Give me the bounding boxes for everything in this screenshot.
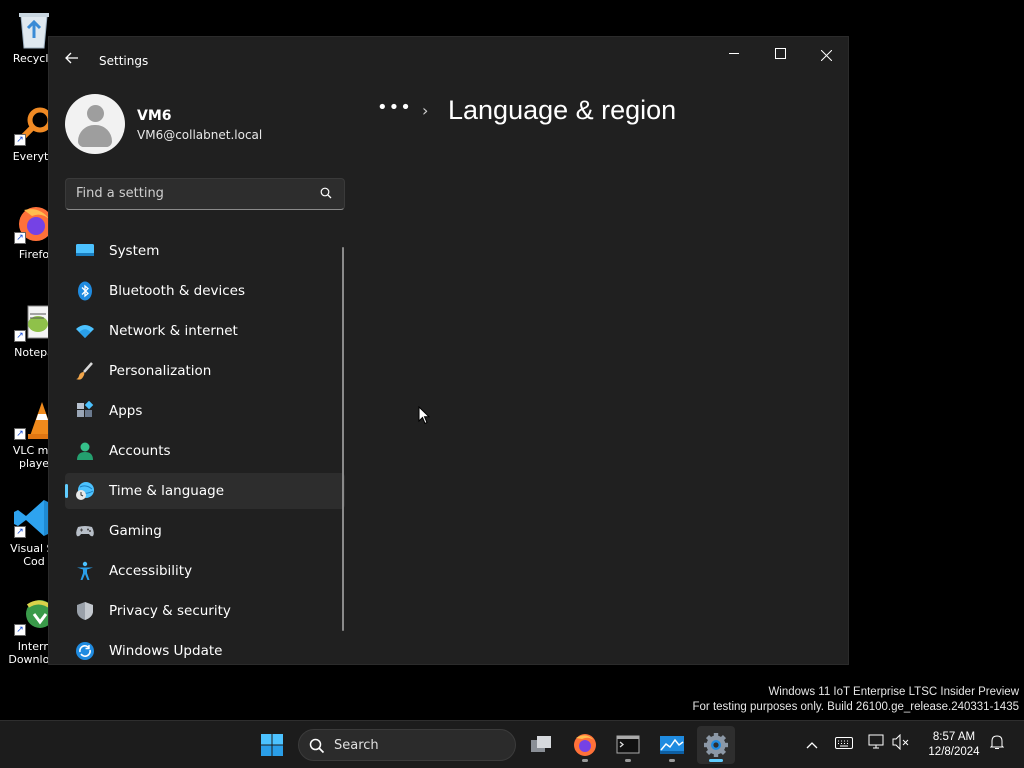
running-indicator — [669, 759, 675, 762]
user-name: VM6 — [137, 108, 172, 124]
nav-item-label: Gaming — [109, 523, 162, 539]
volume-button[interactable] — [890, 733, 912, 756]
user-email: VM6@collabnet.local — [137, 128, 263, 142]
network-icon — [868, 734, 884, 749]
shortcut-arrow-icon: ↗ — [14, 134, 26, 146]
nav-item-bluetooth[interactable]: Bluetooth & devices — [65, 273, 345, 309]
clock-time: 8:57 AM — [932, 731, 976, 743]
brush-icon — [76, 362, 93, 380]
avatar-body — [78, 125, 112, 147]
network-status-button[interactable] — [866, 734, 888, 756]
page-title: Language & region — [448, 95, 677, 125]
time-language-icon — [76, 482, 94, 500]
nav-item-network[interactable]: Network & internet — [65, 313, 345, 349]
taskbar: Search 8:57 AM 12/8/2024 — [0, 720, 1024, 768]
search-icon[interactable] — [320, 187, 332, 199]
nav-item-label: Privacy & security — [109, 603, 231, 619]
settings-nav: System Bluetooth & devices Network & int… — [65, 233, 345, 664]
nav-item-label: Bluetooth & devices — [109, 283, 246, 299]
nav-item-windows-update[interactable]: Windows Update — [65, 633, 345, 664]
running-indicator — [582, 759, 588, 762]
system-icon — [76, 244, 94, 256]
watermark-line-1: Windows 11 IoT Enterprise LTSC Insider P… — [768, 686, 1019, 698]
nav-item-apps[interactable]: Apps — [65, 393, 345, 429]
system-clock[interactable]: 8:57 AM 12/8/2024 — [918, 730, 990, 760]
search-placeholder: Find a setting — [76, 186, 164, 201]
volume-muted-icon — [892, 733, 909, 751]
apps-icon — [77, 401, 94, 417]
running-indicator — [625, 759, 631, 762]
windows-logo-icon — [261, 734, 283, 756]
back-arrow-icon — [65, 52, 78, 64]
show-hidden-icons-button[interactable] — [801, 734, 823, 756]
wifi-icon — [76, 325, 94, 338]
search-icon — [309, 738, 325, 754]
close-button[interactable] — [803, 41, 848, 71]
selection-indicator — [65, 484, 68, 498]
nav-item-label: System — [109, 243, 160, 259]
nav-item-system[interactable]: System — [65, 233, 345, 269]
chevron-up-icon — [806, 742, 818, 749]
taskbar-terminal-button[interactable] — [609, 726, 647, 764]
nav-item-gaming[interactable]: Gaming — [65, 513, 345, 549]
accounts-icon — [77, 442, 93, 460]
accessibility-icon — [77, 561, 93, 580]
nav-item-label: Apps — [109, 403, 143, 419]
nav-item-label: Network & internet — [109, 323, 238, 339]
shield-icon — [77, 602, 93, 620]
nav-item-accounts[interactable]: Accounts — [65, 433, 345, 469]
keyboard-icon — [835, 737, 853, 749]
windows-watermark: Windows 11 IoT Enterprise LTSC Insider P… — [693, 685, 1020, 715]
minimize-button[interactable] — [711, 41, 757, 71]
title-bar[interactable]: Settings — [49, 37, 848, 85]
gamepad-icon — [76, 526, 94, 537]
nav-item-accessibility[interactable]: Accessibility — [65, 553, 345, 589]
desktop: Recycle ↗ Everyth ↗ Firefo ↗ Notepa ↗ VL… — [0, 0, 1024, 720]
active-indicator — [709, 759, 723, 762]
taskbar-monitor-button[interactable] — [653, 726, 691, 764]
shortcut-arrow-icon: ↗ — [14, 330, 26, 342]
shortcut-arrow-icon: ↗ — [14, 428, 26, 440]
nav-item-label: Personalization — [109, 363, 212, 379]
nav-item-label: Accessibility — [109, 563, 193, 579]
start-button[interactable] — [253, 726, 291, 764]
update-icon — [76, 642, 94, 660]
mouse-pointer-icon — [418, 405, 431, 429]
shortcut-arrow-icon: ↗ — [14, 624, 26, 636]
taskbar-search-label: Search — [334, 738, 379, 753]
user-profile[interactable]: VM6 VM6@collabnet.local — [65, 94, 345, 156]
nav-item-personalization[interactable]: Personalization — [65, 353, 345, 389]
watermark-line-2: For testing purposes only. Build 26100.g… — [692, 701, 1020, 713]
bell-icon — [989, 735, 1005, 749]
nav-item-privacy-security[interactable]: Privacy & security — [65, 593, 345, 629]
task-view-button[interactable] — [522, 726, 560, 764]
app-title: Settings — [99, 54, 149, 68]
nav-item-label: Time & language — [109, 483, 225, 499]
back-button[interactable] — [61, 49, 83, 71]
maximize-button[interactable] — [757, 41, 803, 71]
settings-window: Settings VM6 VM6@collabnet.local Find a … — [48, 36, 849, 665]
nav-scrollbar[interactable] — [342, 247, 344, 631]
avatar — [65, 94, 125, 154]
taskbar-firefox-button[interactable] — [566, 726, 604, 764]
find-setting-input[interactable]: Find a setting — [65, 178, 345, 210]
avatar-head — [87, 105, 104, 122]
shortcut-arrow-icon: ↗ — [14, 526, 26, 538]
task-view-icon — [531, 736, 551, 752]
close-icon — [820, 49, 832, 62]
nav-item-time-language[interactable]: Time & language — [65, 473, 345, 509]
shortcut-arrow-icon: ↗ — [14, 232, 26, 244]
maximize-icon — [774, 48, 786, 59]
chevron-right-icon: › — [422, 101, 429, 120]
minimize-icon — [728, 53, 739, 54]
clock-date: 12/8/2024 — [928, 746, 980, 758]
breadcrumb-more-button[interactable]: ••• — [377, 97, 412, 118]
bluetooth-icon — [78, 281, 92, 301]
nav-item-label: Windows Update — [109, 643, 223, 659]
keyboard-layout-button[interactable] — [833, 734, 855, 756]
nav-item-label: Accounts — [109, 443, 171, 459]
notifications-button[interactable] — [986, 734, 1008, 756]
taskbar-settings-button[interactable] — [697, 726, 735, 764]
taskbar-search[interactable]: Search — [298, 729, 516, 761]
